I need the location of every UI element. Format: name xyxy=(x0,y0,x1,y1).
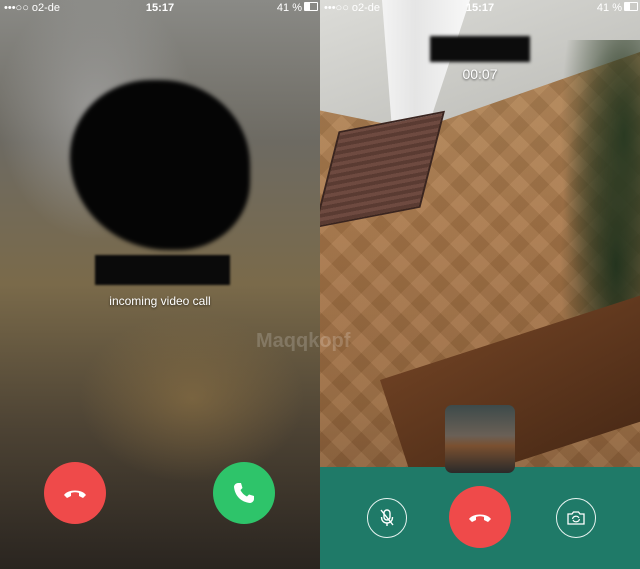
caller-name-pixelated xyxy=(95,255,230,285)
mic-off-icon xyxy=(380,509,394,526)
phone-icon xyxy=(234,483,254,503)
phone-hangup-icon xyxy=(469,514,491,522)
clock: 15:17 xyxy=(465,2,495,14)
switch-camera-button[interactable] xyxy=(556,498,596,538)
battery-percent: 41 % xyxy=(276,2,302,14)
call-status-label: incoming video call xyxy=(109,294,211,308)
camera-switch-icon xyxy=(567,511,585,525)
status-bar: •••○○ o2-de 15:17 41 % xyxy=(0,0,320,18)
incoming-call-screen: •••○○ o2-de 15:17 41 % incoming video ca… xyxy=(0,0,320,569)
battery-icon xyxy=(304,2,318,11)
caller-name-pixelated xyxy=(430,36,530,62)
decline-button[interactable] xyxy=(44,462,106,524)
clock: 15:17 xyxy=(145,2,175,14)
remote-video-doormat xyxy=(320,110,446,229)
accept-button[interactable] xyxy=(213,462,275,524)
watermark: Maqqkopf xyxy=(256,330,351,352)
mute-button[interactable] xyxy=(367,498,407,538)
battery-icon xyxy=(624,2,638,11)
call-timer: 00:07 xyxy=(462,66,498,82)
caller-photo-pixelated xyxy=(70,80,250,250)
end-call-button[interactable] xyxy=(449,486,511,548)
self-video-preview[interactable] xyxy=(445,405,515,473)
battery-percent: 41 % xyxy=(596,2,622,14)
status-bar: •••○○ o2-de 15:17 41 % xyxy=(320,0,640,18)
phone-hangup-icon xyxy=(64,490,86,498)
